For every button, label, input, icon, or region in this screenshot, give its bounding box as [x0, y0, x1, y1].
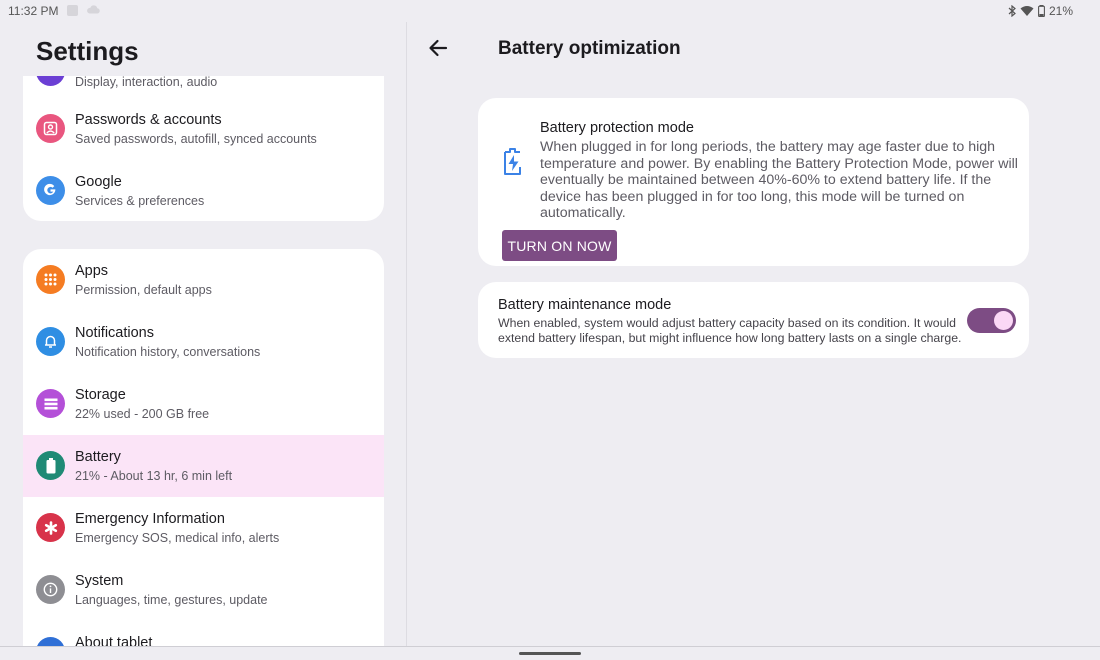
battery-icon [1038, 5, 1045, 17]
settings-item-subtitle: 22% used - 200 GB free [75, 407, 210, 421]
storage-icon [36, 389, 65, 418]
settings-item-title: Apps [75, 263, 109, 279]
bluetooth-icon [1008, 5, 1016, 17]
battery-protection-card: Battery protection mode When plugged in … [478, 98, 1029, 266]
battery-maintenance-card[interactable]: Battery maintenance mode When enabled, s… [478, 282, 1029, 358]
turn-on-now-button[interactable]: TURN ON NOW [502, 230, 617, 261]
battery-charging-icon [504, 148, 521, 175]
settings-item-subtitle: Emergency SOS, medical info, alerts [75, 531, 280, 545]
gesture-nav-handle[interactable] [519, 652, 581, 655]
bottom-separator [0, 646, 1100, 647]
settings-title: Settings [36, 36, 139, 66]
settings-item-title: System [75, 573, 124, 589]
info-icon [36, 575, 65, 604]
settings-item-title: Notifications [75, 325, 154, 341]
settings-item-google[interactable]: Google Services & preferences [23, 160, 384, 221]
page-title: Battery optimization [498, 38, 681, 59]
settings-item-title: Battery [75, 449, 121, 465]
notification-square-icon [67, 5, 78, 16]
settings-group-1: Display, interaction, audio Passwords & … [23, 76, 384, 221]
settings-item-subtitle: Notification history, conversations [75, 345, 261, 359]
settings-item-passwords-accounts[interactable]: Passwords & accounts Saved passwords, au… [23, 98, 384, 160]
protection-mode-title: Battery protection mode [540, 120, 694, 136]
settings-item-about-tablet[interactable]: About tablet [23, 621, 384, 646]
settings-item-subtitle: Permission, default apps [75, 283, 212, 297]
status-time: 11:32 PM [8, 4, 59, 18]
account-box-icon [36, 114, 65, 143]
settings-list-pane: Settings Display, interaction, audio Pas… [0, 22, 406, 646]
settings-item-apps[interactable]: Apps Permission, default apps [23, 249, 384, 311]
bell-icon [36, 327, 65, 356]
back-arrow-icon [429, 39, 448, 57]
settings-item-subtitle: Display, interaction, audio [75, 76, 218, 89]
settings-group-2: Apps Permission, default apps Notificati… [23, 249, 384, 646]
settings-item-emergency[interactable]: Emergency Information Emergency SOS, med… [23, 497, 384, 559]
settings-item-subtitle: 21% - About 13 hr, 6 min left [75, 469, 233, 483]
back-button[interactable] [424, 36, 452, 60]
apps-grid-icon [36, 265, 65, 294]
protection-mode-description: When plugged in for long periods, the ba… [540, 139, 1018, 222]
tablet-icon [36, 637, 65, 646]
settings-item-title: Storage [75, 387, 126, 403]
status-bar: 11:32 PM 21% [0, 0, 1100, 22]
settings-item-battery[interactable]: Battery 21% - About 13 hr, 6 min left [23, 435, 384, 497]
settings-item-title: Passwords & accounts [75, 112, 222, 128]
settings-item-title: About tablet [75, 635, 153, 646]
toggle-thumb [994, 311, 1013, 330]
settings-item-title: Google [75, 174, 122, 190]
status-icons: 21% [1008, 4, 1073, 18]
settings-item-subtitle: Services & preferences [75, 194, 205, 208]
maintenance-mode-toggle[interactable] [967, 308, 1016, 333]
maintenance-mode-title: Battery maintenance mode [498, 297, 672, 313]
settings-item-subtitle: Saved passwords, autofill, synced accoun… [75, 132, 317, 146]
settings-item-subtitle: Languages, time, gestures, update [75, 593, 268, 607]
settings-item-notifications[interactable]: Notifications Notification history, conv… [23, 311, 384, 373]
pane-divider [406, 22, 407, 646]
google-icon [36, 176, 65, 205]
settings-item-system[interactable]: System Languages, time, gestures, update [23, 559, 384, 621]
settings-item-storage[interactable]: Storage 22% used - 200 GB free [23, 373, 384, 435]
cloud-icon [87, 5, 100, 14]
battery-icon [36, 451, 65, 480]
asterisk-icon [36, 513, 65, 542]
wifi-icon [1020, 6, 1034, 16]
battery-percent: 21% [1048, 4, 1073, 18]
settings-item-title: Emergency Information [75, 511, 225, 527]
maintenance-mode-description: When enabled, system would adjust batter… [498, 316, 962, 345]
display-icon [36, 76, 65, 86]
